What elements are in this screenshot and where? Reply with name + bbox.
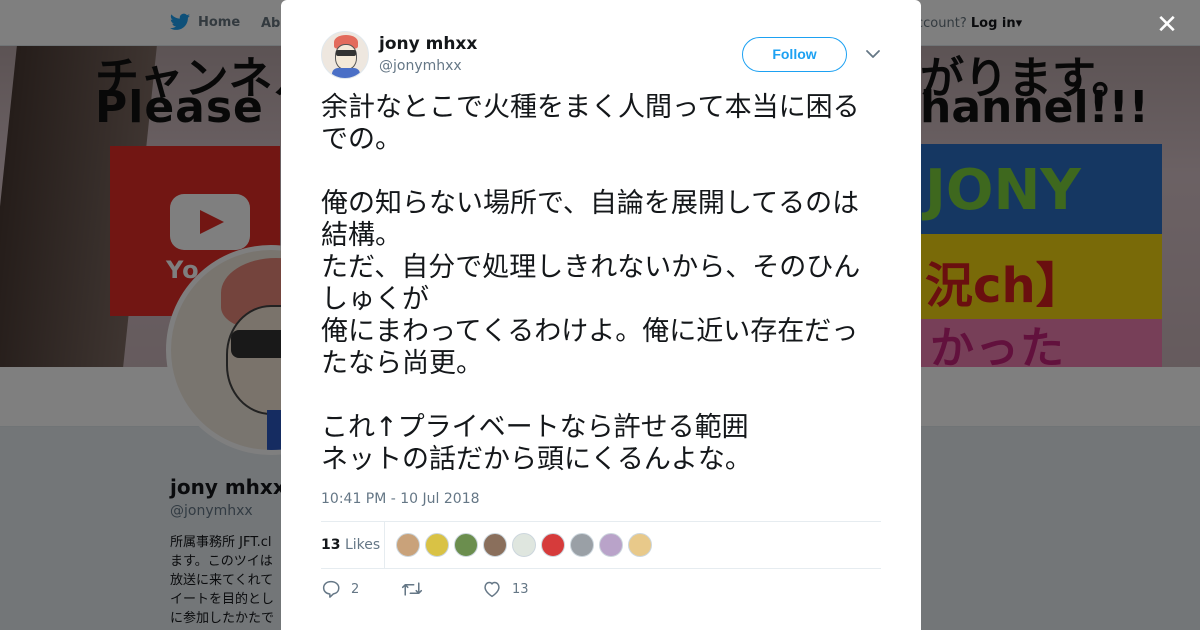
author-avatar-glasses bbox=[336, 50, 356, 56]
likes-label: Likes bbox=[344, 537, 381, 553]
liker-avatar[interactable] bbox=[454, 533, 478, 557]
liker-avatar[interactable] bbox=[570, 533, 594, 557]
author-avatar-face bbox=[335, 44, 357, 70]
like-button[interactable]: 13 bbox=[482, 580, 529, 598]
tweet-modal: jony mhxx @jonymhxx Follow 余計なとこで火種をまく人間… bbox=[281, 0, 921, 630]
stats-divider bbox=[384, 522, 385, 568]
liker-avatars bbox=[396, 533, 652, 557]
reply-count: 2 bbox=[351, 581, 360, 597]
liker-avatar[interactable] bbox=[396, 533, 420, 557]
likes-count: 13 bbox=[321, 537, 341, 553]
tweet-timestamp[interactable]: 10:41 PM - 10 Jul 2018 bbox=[321, 491, 480, 507]
liker-avatar[interactable] bbox=[541, 533, 565, 557]
follow-button[interactable]: Follow bbox=[742, 37, 847, 72]
liker-avatar[interactable] bbox=[483, 533, 507, 557]
heart-icon bbox=[484, 581, 500, 598]
author-handle[interactable]: @jonymhxx bbox=[379, 58, 462, 74]
author-name[interactable]: jony mhxx bbox=[379, 34, 477, 54]
author-avatar-body bbox=[332, 68, 360, 78]
like-count: 13 bbox=[512, 581, 529, 597]
liker-avatar[interactable] bbox=[425, 533, 449, 557]
liker-avatar[interactable] bbox=[512, 533, 536, 557]
tweet-stats: 13 Likes bbox=[321, 521, 881, 569]
tweet-text: 余計なとこで火種をまく人間って本当に困る での。 俺の知らない場所で、自論を展開… bbox=[321, 92, 861, 475]
liker-avatar[interactable] bbox=[628, 533, 652, 557]
reply-icon bbox=[322, 580, 340, 598]
author-avatar[interactable] bbox=[321, 31, 369, 79]
chevron-down-icon[interactable] bbox=[864, 45, 882, 63]
likes-count-link[interactable]: 13 Likes bbox=[321, 537, 380, 553]
retweet-button[interactable] bbox=[401, 580, 433, 598]
retweet-icon bbox=[401, 582, 423, 596]
reply-button[interactable]: 2 bbox=[321, 580, 359, 598]
close-icon[interactable]: ✕ bbox=[1154, 12, 1180, 38]
liker-avatar[interactable] bbox=[599, 533, 623, 557]
